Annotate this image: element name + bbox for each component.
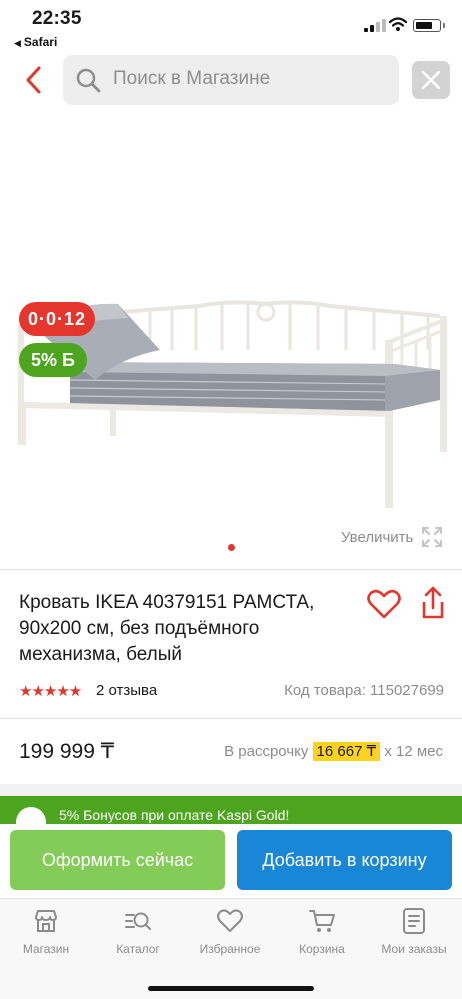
tab-store[interactable]: Магазин <box>0 907 92 967</box>
orders-icon <box>403 908 425 934</box>
home-indicator[interactable] <box>148 986 314 991</box>
store-icon <box>35 910 57 932</box>
product-price: 199 999 ₸ <box>19 740 115 763</box>
promo-text: 5% Бонусов при оплате Kaspi Gold! <box>59 807 290 823</box>
share-icon[interactable] <box>420 586 446 620</box>
search-bar: Поиск в Магазине <box>0 55 462 105</box>
heart-icon <box>217 909 243 932</box>
tab-label: Избранное <box>199 942 261 956</box>
cart-icon <box>309 910 335 932</box>
clock: 22:35 <box>32 8 82 29</box>
product-title: Кровать IKEA 40379151 РАМСТА, 90x200 см,… <box>19 592 315 665</box>
installment-amount: 16 667 ₸ <box>312 742 381 761</box>
back-to-app-link[interactable]: ◀ Safari <box>14 35 57 49</box>
tab-my-orders[interactable]: Мои заказы <box>368 907 460 967</box>
installment-badge: 0·0·12 <box>19 302 96 336</box>
close-icon <box>421 70 441 90</box>
kaspi-gold-icon <box>16 807 46 824</box>
back-app-label: Safari <box>23 35 58 49</box>
divider <box>0 569 462 570</box>
bonus-badge: 5% Б <box>19 343 87 377</box>
product-gallery[interactable]: 0·0·12 5% Б Увеличить <box>0 120 462 568</box>
gallery-page-indicator[interactable] <box>228 544 235 551</box>
back-arrow-icon[interactable] <box>20 65 48 95</box>
rating-stars[interactable]: ★★★★★ <box>19 682 82 700</box>
search-input[interactable]: Поиск в Магазине <box>63 55 399 105</box>
rating-row: ★★★★★ 2 отзыва Код товара: 115027699 <box>19 681 444 701</box>
wifi-icon <box>389 17 407 31</box>
heart-icon[interactable] <box>367 588 401 620</box>
expand-icon[interactable] <box>421 526 443 548</box>
installment-suffix: x 12 мес <box>384 743 443 760</box>
tab-label: Каталог <box>116 942 160 956</box>
add-to-cart-button[interactable]: Добавить в корзину <box>237 830 452 890</box>
tab-label: Мои заказы <box>381 942 447 956</box>
section-separator <box>0 784 462 796</box>
signal-icon <box>364 19 386 32</box>
back-triangle-icon: ◀ <box>14 38 21 48</box>
tab-favorites[interactable]: Избранное <box>184 907 276 967</box>
tab-cart[interactable]: Корзина <box>276 907 368 967</box>
buy-now-button[interactable]: Оформить сейчас <box>10 830 225 890</box>
zoom-link[interactable]: Увеличить <box>341 529 413 546</box>
promo-banner[interactable]: 5% Бонусов при оплате Kaspi Gold! <box>0 796 462 824</box>
search-icon <box>76 68 101 93</box>
divider <box>0 718 462 719</box>
installment-info[interactable]: В рассрочку 16 667 ₸ x 12 мес <box>224 742 443 761</box>
status-bar: 22:35 ◀ Safari <box>0 0 462 52</box>
action-bar: Оформить сейчас Добавить в корзину <box>0 824 462 898</box>
product-code: Код товара: 115027699 <box>284 682 444 699</box>
tab-label: Корзина <box>299 942 345 956</box>
reviews-link[interactable]: 2 отзыва <box>96 682 157 699</box>
tab-label: Магазин <box>22 942 70 956</box>
installment-prefix: В рассрочку <box>224 743 309 760</box>
search-placeholder: Поиск в Магазине <box>113 68 271 89</box>
bottom-tab-bar: Магазин Каталог Избранное Корзина Мои за… <box>0 898 462 999</box>
tab-catalog[interactable]: Каталог <box>92 907 184 967</box>
battery-icon <box>413 19 445 32</box>
catalog-search-icon <box>125 912 151 930</box>
clear-search-button[interactable] <box>412 61 450 99</box>
